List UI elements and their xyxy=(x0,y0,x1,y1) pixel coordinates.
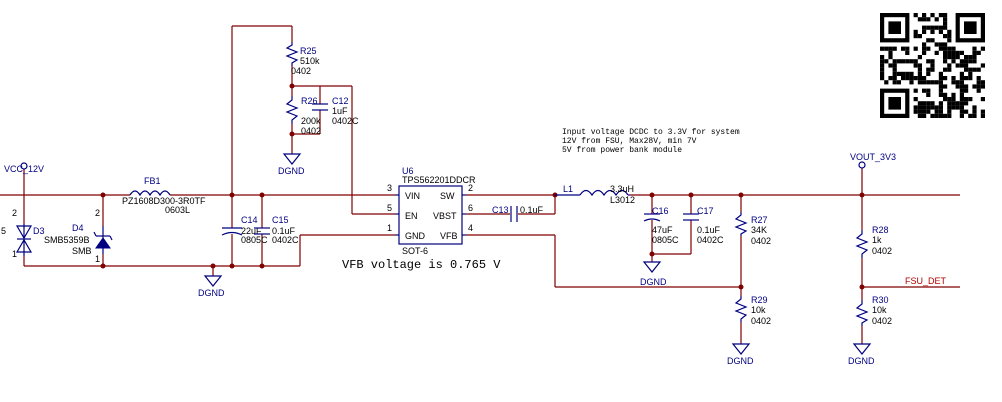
svg-text:DGND: DGND xyxy=(278,166,305,176)
svg-text:C16: C16 xyxy=(652,206,669,216)
svg-text:0805C: 0805C xyxy=(652,235,679,245)
svg-text:R28: R28 xyxy=(872,225,889,235)
svg-text:EN: EN xyxy=(405,211,418,221)
c16-capacitor: C16 47uF 0805C xyxy=(643,206,679,245)
svg-text:DGND: DGND xyxy=(640,277,667,287)
svg-text:2: 2 xyxy=(95,208,100,218)
r29-resistor: R29 10k 0402 xyxy=(734,295,771,326)
r25-resistor: R25 510k 0402 xyxy=(285,42,320,76)
svg-text:R25: R25 xyxy=(300,46,317,56)
design-note: Input voltage DCDC to 3.3V for system 12… xyxy=(562,128,740,155)
svg-text:5: 5 xyxy=(387,203,392,213)
svg-text:SW: SW xyxy=(440,191,455,201)
svg-text:VCC_12V: VCC_12V xyxy=(4,164,44,174)
svg-text:0402C: 0402C xyxy=(272,235,299,245)
svg-text:0603L: 0603L xyxy=(165,205,190,215)
dgnd-symbol-output-caps: DGND xyxy=(640,261,667,287)
schematic-canvas: VCC_12V VOUT_3V3 FSU_DET DGND DGND DGND … xyxy=(0,11,987,366)
svg-text:L1: L1 xyxy=(563,184,573,194)
svg-text:SMB5359B: SMB5359B xyxy=(44,235,90,245)
fsu-det-net-label: FSU_DET xyxy=(905,276,947,286)
vout-3v3-port: VOUT_3V3 xyxy=(850,152,896,169)
c13-capacitor: C13 0.1uF xyxy=(492,205,544,222)
svg-text:DGND: DGND xyxy=(727,356,754,366)
svg-text:3.3uH: 3.3uH xyxy=(610,184,634,194)
svg-text:0402: 0402 xyxy=(301,126,321,136)
dgnd-symbol-r26: DGND xyxy=(278,153,305,176)
svg-text:2: 2 xyxy=(12,208,17,218)
svg-text:DGND: DGND xyxy=(848,356,875,366)
svg-text:5V from power bank module: 5V from power bank module xyxy=(562,146,682,155)
dgnd-symbol-r29: DGND xyxy=(727,343,754,366)
svg-text:0402: 0402 xyxy=(291,66,311,76)
svg-text:47uF: 47uF xyxy=(652,225,673,235)
svg-text:R29: R29 xyxy=(751,295,768,305)
d3-diode: D3 2 1 xyxy=(12,208,45,259)
svg-text:10k: 10k xyxy=(872,305,887,315)
svg-text:0402: 0402 xyxy=(872,246,892,256)
dgnd-symbol-r30: DGND xyxy=(848,343,875,366)
svg-text:D3: D3 xyxy=(33,226,45,236)
svg-text:2: 2 xyxy=(468,183,473,193)
l1-inductor: L1 3.3uH L3012 xyxy=(555,184,635,205)
svg-text:0402: 0402 xyxy=(872,316,892,326)
vfb-voltage-note: VFB voltage is 0.765 V xyxy=(342,258,501,272)
svg-text:DGND: DGND xyxy=(198,288,225,298)
qr-code xyxy=(878,11,987,120)
svg-text:SOT-6: SOT-6 xyxy=(402,246,428,256)
svg-text:D4: D4 xyxy=(72,223,84,233)
svg-text:1: 1 xyxy=(95,254,100,264)
svg-text:1: 1 xyxy=(12,249,17,259)
svg-text:510k: 510k xyxy=(300,56,320,66)
d4-zener-diode: D4 SMB5359B SMB 2 1 xyxy=(44,208,113,264)
svg-text:C12: C12 xyxy=(332,96,349,106)
c14-capacitor: C14 22uF 0805C xyxy=(221,215,268,245)
svg-text:1uF: 1uF xyxy=(332,106,348,116)
svg-text:VFB voltage is 0.765 V: VFB voltage is 0.765 V xyxy=(342,258,501,272)
svg-text:C13: C13 xyxy=(492,205,509,215)
c17-capacitor: C17 0.1uF 0402C xyxy=(683,206,724,245)
svg-text:Input voltage DCDC to 3.3V for: Input voltage DCDC to 3.3V for system xyxy=(562,128,740,137)
svg-text:VFB: VFB xyxy=(440,231,458,241)
svg-text:0402C: 0402C xyxy=(332,116,359,126)
vcc-12v-port: VCC_12V xyxy=(4,162,44,174)
dgnd-symbol-input: DGND xyxy=(198,275,225,298)
svg-text:12V from FSU, Max28V, min 7V: 12V from FSU, Max28V, min 7V xyxy=(562,137,697,146)
svg-text:0402: 0402 xyxy=(751,316,771,326)
fb1-ferrite-bead: FB1 PZ1608D300-3R0TF 0603L xyxy=(122,176,206,215)
svg-text:200k: 200k xyxy=(301,116,321,126)
svg-text:1: 1 xyxy=(387,223,392,233)
svg-text:GND: GND xyxy=(405,231,426,241)
svg-text:VBST: VBST xyxy=(433,211,457,221)
svg-text:R27: R27 xyxy=(751,215,768,225)
svg-text:0402C: 0402C xyxy=(697,235,724,245)
svg-text:0.1uF: 0.1uF xyxy=(697,225,721,235)
d5-fragment-label: 5 xyxy=(1,226,6,236)
svg-text:10k: 10k xyxy=(751,305,766,315)
svg-text:TPS562201DDCR: TPS562201DDCR xyxy=(402,175,476,185)
svg-text:0402: 0402 xyxy=(751,236,771,246)
svg-text:1k: 1k xyxy=(872,235,882,245)
svg-text:3: 3 xyxy=(387,183,392,193)
svg-text:C17: C17 xyxy=(697,206,714,216)
svg-text:L3012: L3012 xyxy=(610,195,635,205)
u6-regulator-ic: U6 TPS562201DDCR SOT-6 VIN EN GND SW VBS… xyxy=(387,166,476,256)
svg-text:C15: C15 xyxy=(272,215,289,225)
svg-text:0.1uF: 0.1uF xyxy=(520,205,544,215)
svg-text:VIN: VIN xyxy=(405,191,420,201)
svg-text:FB1: FB1 xyxy=(144,176,161,186)
svg-text:6: 6 xyxy=(468,203,473,213)
svg-text:5: 5 xyxy=(1,226,6,236)
svg-text:VOUT_3V3: VOUT_3V3 xyxy=(850,152,896,162)
svg-text:34K: 34K xyxy=(751,225,767,235)
svg-text:4: 4 xyxy=(468,223,473,233)
svg-text:0805C: 0805C xyxy=(241,235,268,245)
svg-text:FSU_DET: FSU_DET xyxy=(905,276,947,286)
svg-text:C14: C14 xyxy=(241,215,258,225)
svg-text:SMB: SMB xyxy=(72,246,92,256)
svg-text:R30: R30 xyxy=(872,295,889,305)
